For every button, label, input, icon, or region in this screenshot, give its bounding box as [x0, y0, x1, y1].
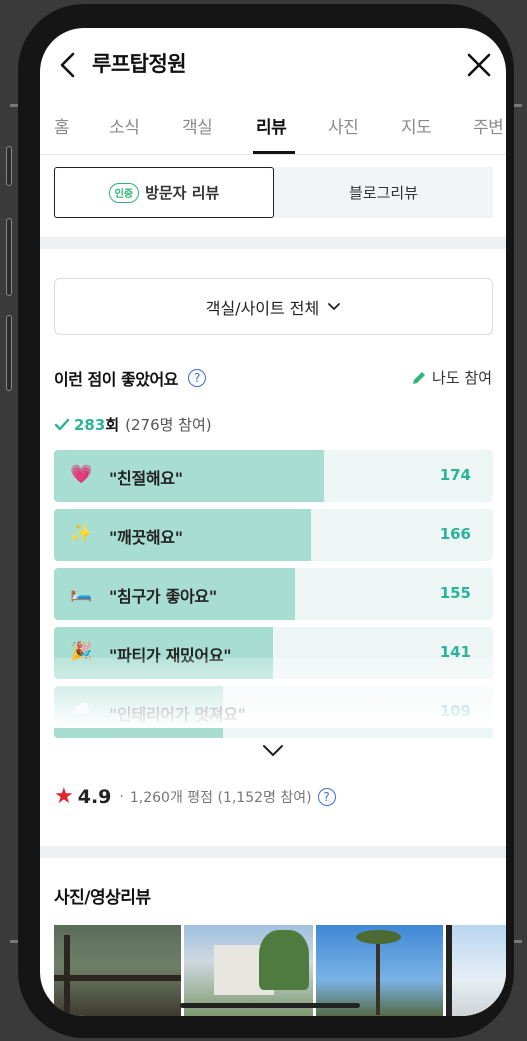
frame-notch	[10, 940, 18, 943]
tab-nearby[interactable]: 주변	[473, 113, 504, 138]
liked-item-label: "친절해요"	[109, 469, 183, 488]
liked-item-count: 174	[439, 466, 471, 484]
review-type-toggle: 인증 방문자 리뷰 블로그리뷰	[54, 167, 493, 218]
liked-item-count: 155	[439, 584, 471, 602]
liked-item-label: "침구가 좋아요"	[109, 587, 217, 606]
blog-review-button[interactable]: 블로그리뷰	[274, 167, 493, 218]
join-button[interactable]: 나도 참여	[411, 367, 492, 388]
visitor-review-label: 방문자 리뷰	[145, 184, 220, 202]
section-divider	[40, 846, 506, 858]
liked-count: 283 회 (276명 참여)	[54, 414, 212, 435]
blog-review-label: 블로그리뷰	[348, 184, 418, 202]
check-icon	[54, 418, 70, 430]
room-filter-dropdown[interactable]: 객실/사이트 전체	[54, 278, 493, 335]
tab-map[interactable]: 지도	[401, 113, 432, 138]
frame-notch	[10, 104, 18, 107]
help-icon[interactable]: ?	[187, 369, 206, 387]
tab-reviews[interactable]: 리뷰	[256, 113, 287, 138]
visitor-review-button[interactable]: 인증 방문자 리뷰	[54, 167, 274, 218]
tab-bar: 홈 소식 객실 리뷰 사진 지도 주변	[40, 103, 506, 155]
home-indicator	[180, 1003, 360, 1008]
rating-summary: ★ 4.9 · 1,260개 평점 (1,152명 참여) ?	[54, 784, 336, 809]
frame-notch	[514, 104, 522, 107]
rating-separator: ·	[119, 788, 124, 805]
tab-photos[interactable]: 사진	[328, 113, 359, 138]
review-photo[interactable]	[54, 925, 182, 1016]
screen: 루프탑정원 홈 소식 객실 리뷰 사진 지도 주변 인증 방문자 리뷰 블로그리…	[40, 28, 506, 1016]
liked-title-text: 이런 점이 좋았어요	[54, 370, 178, 389]
tab-news[interactable]: 소식	[109, 113, 140, 138]
liked-item-emoji-icon: 💗	[70, 464, 93, 485]
help-icon[interactable]: ?	[317, 787, 336, 806]
liked-item-row: 🛏️ "침구가 좋아요" 155	[54, 568, 493, 620]
back-icon[interactable]	[54, 50, 84, 80]
header: 루프탑정원	[40, 28, 506, 103]
pencil-icon	[413, 371, 426, 384]
review-photo[interactable]	[446, 925, 506, 1016]
star-icon: ★	[54, 784, 74, 809]
expand-chevron-icon[interactable]	[260, 743, 286, 759]
liked-item-row: 💗 "친절해요" 174	[54, 450, 493, 502]
liked-item-emoji-icon: ✨	[70, 523, 93, 544]
side-button	[6, 146, 12, 186]
verified-badge-label: 인증	[114, 189, 134, 200]
liked-item-bar	[54, 450, 324, 502]
page-title: 루프탑정원	[92, 52, 187, 76]
verified-badge-icon: 인증	[108, 182, 140, 203]
liked-count-number: 283	[74, 415, 106, 434]
close-icon[interactable]	[464, 50, 494, 80]
liked-item-count: 166	[439, 525, 471, 543]
rating-score: 4.9	[77, 785, 112, 808]
rating-detail: 1,260개 평점 (1,152명 참여)	[129, 789, 312, 806]
volume-down-button	[6, 315, 12, 391]
tab-home[interactable]: 홈	[54, 113, 70, 138]
chevron-down-icon	[328, 302, 341, 310]
liked-section-title: 이런 점이 좋았어요 ?	[54, 366, 206, 390]
list-fade-overlay	[40, 658, 506, 728]
liked-item-row: ✨ "깨끗해요" 166	[54, 509, 493, 561]
join-label: 나도 참여	[432, 369, 492, 387]
tab-rooms[interactable]: 객실	[182, 113, 213, 138]
section-divider	[40, 237, 506, 249]
liked-participants: (276명 참여)	[125, 416, 212, 434]
active-tab-indicator	[253, 151, 295, 154]
photo-review-title: 사진/영상리뷰	[54, 888, 151, 908]
volume-up-button	[6, 218, 12, 296]
room-filter-label: 객실/사이트 전체	[205, 298, 320, 318]
liked-item-emoji-icon: 🛏️	[70, 582, 93, 603]
frame-notch	[514, 940, 522, 943]
liked-count-unit: 회	[105, 416, 120, 434]
liked-item-label: "깨끗해요"	[109, 528, 183, 547]
